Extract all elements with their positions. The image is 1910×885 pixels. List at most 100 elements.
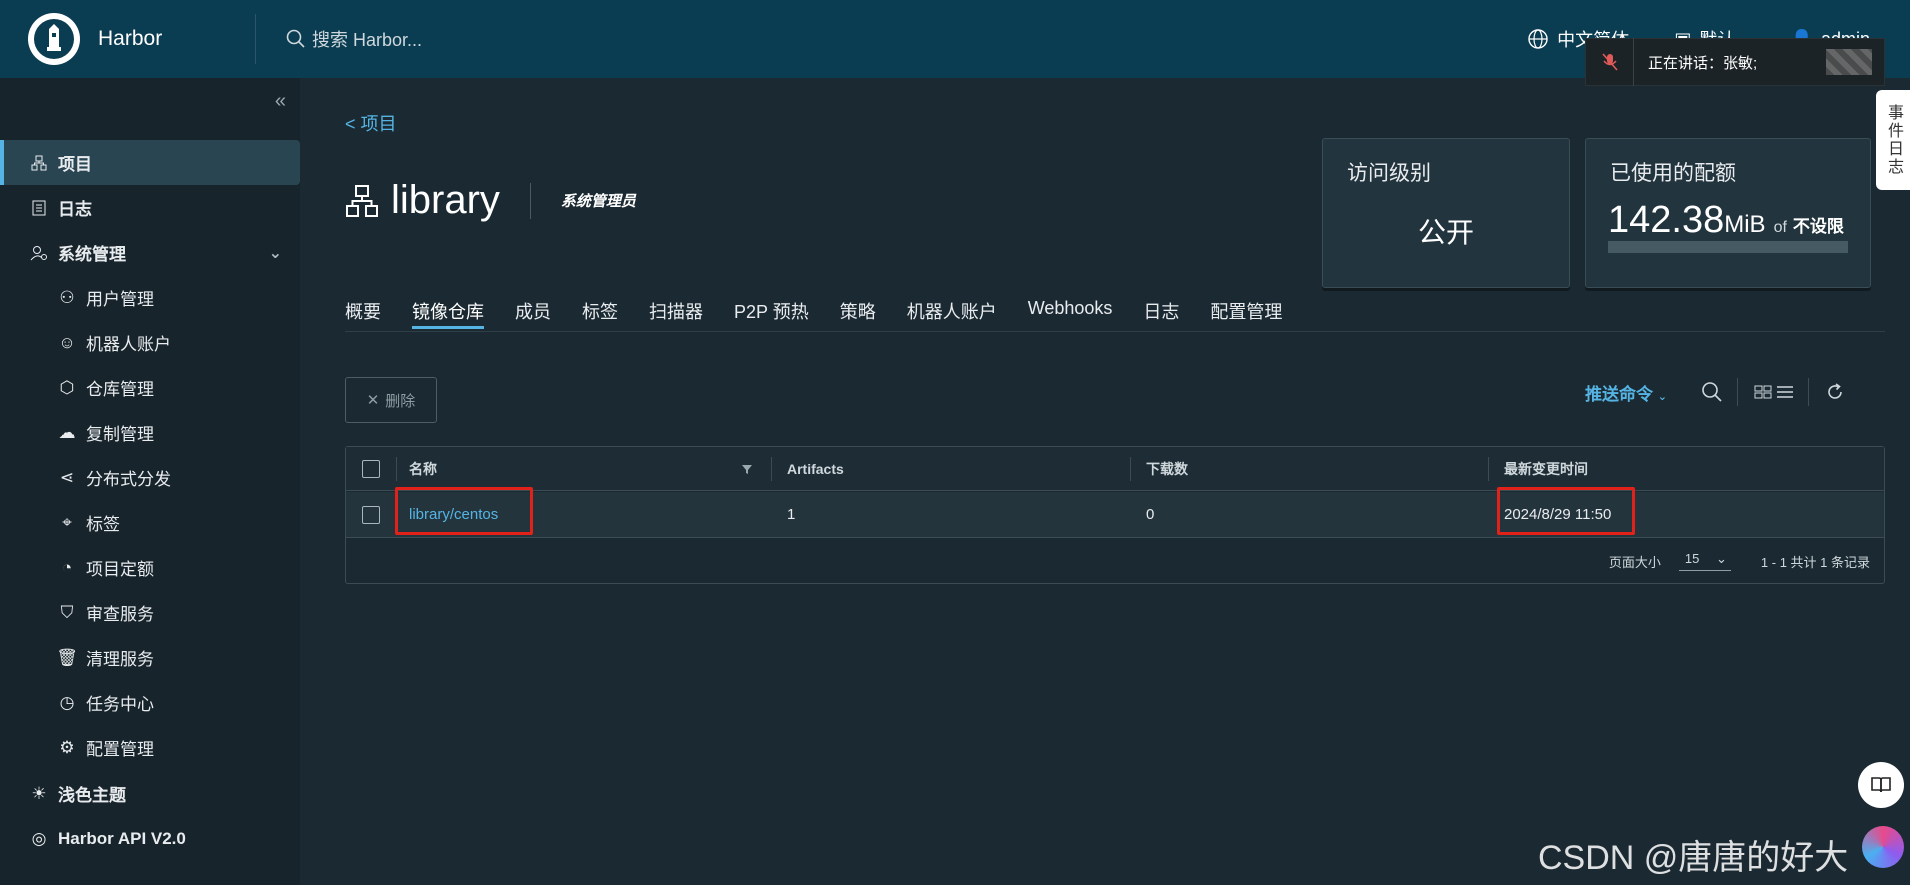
- brand[interactable]: Harbor: [0, 13, 255, 65]
- assistant-logo-icon[interactable]: [1862, 826, 1904, 868]
- page-size-label: 页面大小: [1608, 554, 1661, 570]
- search-icon[interactable]: [1701, 381, 1723, 403]
- quota-of: of: [1773, 219, 1787, 236]
- tab-configuration[interactable]: 配置管理: [1210, 298, 1282, 332]
- sidebar-item-users[interactable]: ⚇ 用户管理: [0, 275, 300, 320]
- sidebar-item-label: 日志: [58, 200, 92, 219]
- tab-scanner[interactable]: 扫描器: [649, 298, 703, 332]
- column-header-name[interactable]: 名称: [409, 447, 437, 490]
- tab-logs[interactable]: 日志: [1143, 298, 1179, 332]
- speaking-label: 正在讲话：张敏;: [1648, 54, 1758, 72]
- sidebar-item-logs[interactable]: 日志: [0, 185, 300, 230]
- sidebar-item-admin[interactable]: 系统管理 ⌄: [0, 230, 300, 275]
- share-icon: ⋖: [59, 467, 75, 487]
- list-view-icon[interactable]: [1776, 385, 1794, 399]
- tabs-divider: [345, 331, 1885, 332]
- card-view-icon[interactable]: [1754, 385, 1772, 399]
- tab-labels[interactable]: 标签: [582, 298, 618, 332]
- close-icon: ✕: [366, 392, 380, 409]
- column-divider: [771, 457, 772, 481]
- sidebar-item-registries[interactable]: ⬡ 仓库管理: [0, 365, 300, 410]
- sidebar-item-jobs[interactable]: ◷ 任务中心: [0, 680, 300, 725]
- search-input[interactable]: 搜索 Harbor...: [312, 26, 422, 52]
- api-explorer-link[interactable]: ◎ Harbor API V2.0: [0, 816, 300, 861]
- filter-icon[interactable]: [741, 447, 753, 490]
- page-size-value: 15: [1684, 551, 1700, 566]
- tab-members[interactable]: 成员: [515, 298, 551, 332]
- tab-p2p-preheat[interactable]: P2P 预热: [734, 298, 809, 332]
- repository-table: 名称 Artifacts 下载数 最新变更时间 library/centos 1…: [345, 446, 1885, 584]
- page-size-select[interactable]: 15 ⌄: [1678, 551, 1731, 571]
- harbor-logo-icon: [28, 13, 80, 65]
- collapse-sidebar-icon[interactable]: «: [275, 90, 286, 113]
- pull-count: 0: [1146, 506, 1155, 523]
- app-name: Harbor: [98, 27, 163, 50]
- select-all-cell: [362, 447, 380, 490]
- sidebar-item-label: 系统管理: [58, 245, 126, 264]
- delete-label: 删除: [385, 392, 416, 410]
- column-divider: [1130, 457, 1131, 481]
- event-log-tab[interactable]: 事件日志: [1876, 90, 1910, 190]
- sidebar-item-label: 项目: [58, 155, 92, 174]
- column-divider: [396, 457, 397, 481]
- sidebar-item-projects[interactable]: 项目: [0, 140, 300, 185]
- sidebar-item-quotas[interactable]: ◔ 项目定额: [0, 545, 300, 590]
- tab-repositories[interactable]: 镜像仓库: [412, 298, 484, 332]
- muted-mic-icon[interactable]: [1586, 38, 1634, 86]
- tab-summary[interactable]: 概要: [345, 298, 381, 332]
- row-checkbox[interactable]: [362, 505, 380, 524]
- access-level-card: 访问级别 公开: [1322, 138, 1570, 288]
- sidebar-item-label: 清理服务: [86, 650, 154, 669]
- row-select-cell: [362, 492, 380, 537]
- api-label: Harbor API V2.0: [58, 828, 186, 848]
- sidebar: « 项目 日志 系统管理 ⌄ ⚇ 用户管理 ☺ 机器人账户 ⬡ 仓库管理 ☁ 复…: [0, 78, 300, 885]
- push-command-label: 推送命令: [1585, 384, 1654, 404]
- quota-unit: MiB: [1724, 211, 1766, 238]
- users-icon: ⚇: [59, 287, 75, 307]
- quota-card: 已使用的配额 142.38 MiB of 不设限: [1585, 138, 1871, 288]
- chevron-down-icon[interactable]: ⌄: [269, 243, 282, 263]
- column-divider: [1488, 457, 1489, 481]
- sidebar-item-label: 仓库管理: [86, 380, 154, 399]
- meeting-speaking-indicator: 正在讲话：张敏;: [1585, 38, 1885, 86]
- sidebar-item-distribution[interactable]: ⋖ 分布式分发: [0, 455, 300, 500]
- table-row[interactable]: library/centos 1 0 2024/8/29 11:50: [346, 492, 1884, 538]
- project-header: library 系统管理员: [345, 178, 636, 223]
- select-all-checkbox[interactable]: [362, 459, 380, 478]
- artifacts-count: 1: [787, 506, 796, 523]
- avatar-thumbnail: [1826, 49, 1872, 75]
- sidebar-item-config[interactable]: ⚙ 配置管理: [0, 725, 300, 770]
- global-search[interactable]: 搜索 Harbor...: [286, 26, 422, 52]
- quota-progress-bar: [1608, 241, 1848, 253]
- record-summary: 1 - 1 共计 1 条记录: [1760, 554, 1870, 570]
- light-theme-toggle[interactable]: ☀ 浅色主题: [0, 771, 300, 816]
- push-command-dropdown[interactable]: 推送命令 ⌄: [1585, 380, 1667, 405]
- sidebar-item-interrogation[interactable]: ⛉ 审查服务: [0, 590, 300, 635]
- projects-icon: [30, 154, 48, 172]
- column-header-pulls[interactable]: 下载数: [1146, 447, 1188, 490]
- sidebar-item-gc[interactable]: 🗑 清理服务: [0, 635, 300, 680]
- toolbar-divider: [1808, 378, 1809, 406]
- column-header-updated[interactable]: 最新变更时间: [1504, 447, 1588, 490]
- quota-icon: ◔: [61, 557, 73, 577]
- tab-policy[interactable]: 策略: [840, 298, 876, 332]
- tab-robot-accounts[interactable]: 机器人账户: [907, 298, 997, 332]
- refresh-icon[interactable]: [1825, 382, 1845, 402]
- quota-label: 已使用的配额: [1610, 162, 1736, 185]
- column-header-artifacts[interactable]: Artifacts: [787, 447, 844, 490]
- sidebar-item-label: 配置管理: [86, 740, 154, 759]
- back-to-projects-link[interactable]: < 项目: [345, 110, 397, 136]
- gear-icon: ⚙: [59, 737, 75, 757]
- sidebar-item-robots[interactable]: ☺ 机器人账户: [0, 320, 300, 365]
- trash-icon: 🗑: [56, 647, 78, 667]
- book-icon[interactable]: [1858, 762, 1904, 808]
- admin-icon: [30, 244, 48, 262]
- api-icon: ◎: [31, 828, 47, 848]
- delete-button[interactable]: ✕ 删除: [345, 377, 437, 423]
- sidebar-item-labels[interactable]: ⌖ 标签: [0, 500, 300, 545]
- tag-icon: ⌖: [62, 512, 72, 532]
- csdn-watermark: CSDN @唐唐的好大: [1538, 839, 1849, 877]
- sidebar-item-replication[interactable]: ☁ 复制管理: [0, 410, 300, 455]
- tab-webhooks[interactable]: Webhooks: [1028, 298, 1113, 332]
- project-icon: [346, 184, 378, 217]
